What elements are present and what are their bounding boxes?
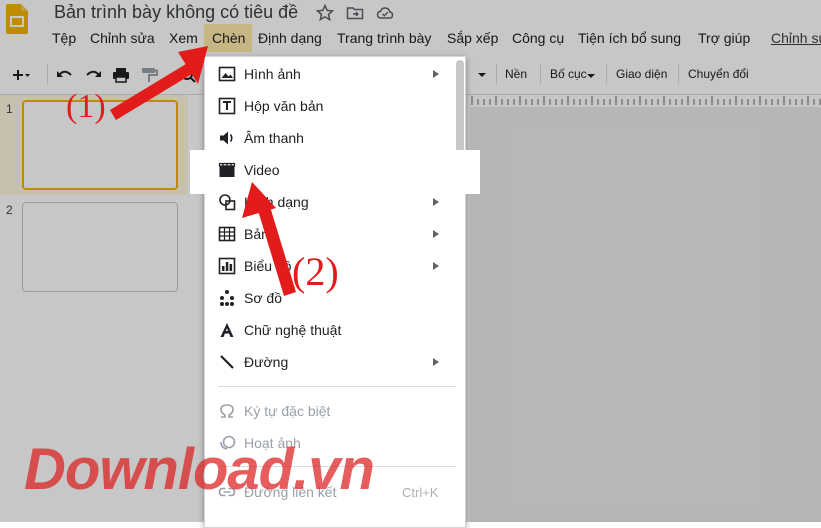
menu-edit[interactable]: Chỉnh sửa: [90, 30, 155, 46]
diagram-icon: [220, 290, 234, 306]
menu-item-label: Biểu đồ: [244, 258, 292, 274]
menu-tools[interactable]: Công cụ: [512, 30, 564, 46]
submenu-arrow-icon: [433, 358, 439, 366]
print-icon[interactable]: [110, 66, 132, 84]
watermark-logo: Download.vn: [24, 437, 375, 502]
menu-item-label: Chữ nghệ thuật: [244, 322, 342, 338]
line-icon: [220, 355, 234, 369]
chart-icon: [218, 257, 236, 275]
slide-number: 2: [6, 203, 13, 217]
dropdown-arrow-icon[interactable]: [472, 66, 494, 84]
menu-item-text-box[interactable]: [204, 90, 464, 122]
toolbar-separator: [47, 64, 48, 84]
undo-icon[interactable]: [54, 66, 76, 84]
menu-insert[interactable]: Chèn: [212, 30, 245, 46]
slide-thumbnail-2[interactable]: [22, 202, 178, 292]
document-title[interactable]: Bản trình bày không có tiêu đề: [54, 2, 298, 23]
layout-dropdown-icon[interactable]: [585, 66, 597, 84]
horizontal-ruler: [471, 96, 821, 105]
step-2-label: (2): [292, 249, 339, 294]
new-slide-icon[interactable]: [8, 66, 30, 84]
word-art-icon: [220, 323, 234, 337]
move-to-folder-icon[interactable]: [346, 4, 364, 22]
menu-item-image[interactable]: [204, 58, 464, 90]
menu-item-label: Bảng: [244, 226, 277, 242]
layout-button[interactable]: Bố cục: [550, 67, 587, 81]
transition-button[interactable]: Chuyển đổi: [688, 67, 749, 81]
menu-item-shape[interactable]: [204, 186, 464, 218]
paint-format-icon[interactable]: [138, 66, 160, 84]
menu-item-label: Sơ đồ: [244, 290, 282, 306]
omega-icon: [220, 404, 234, 418]
menu-view[interactable]: Xem: [169, 30, 198, 46]
menu-format[interactable]: Định dạng: [258, 30, 322, 46]
menu-item-shortcut: Ctrl+K: [402, 485, 439, 500]
submenu-arrow-icon: [433, 230, 439, 238]
step-1-label: (1): [66, 88, 106, 125]
toolbar-separator: [678, 64, 679, 84]
menu-item-table[interactable]: [204, 218, 464, 250]
zoom-icon[interactable]: [178, 66, 200, 84]
cloud-saved-icon[interactable]: [376, 4, 394, 22]
menu-file[interactable]: Tệp: [52, 30, 76, 46]
slide-canvas-area[interactable]: [470, 107, 821, 522]
background-button[interactable]: Nền: [505, 67, 527, 81]
menu-item-special-characters: [204, 395, 464, 427]
table-icon: [218, 226, 236, 242]
image-icon: [218, 66, 236, 82]
menu-item-label: Âm thanh: [244, 130, 304, 146]
text-box-icon: [218, 97, 236, 115]
menu-item-audio[interactable]: [204, 122, 464, 154]
menu-item-label: Ký tự đặc biệt: [244, 403, 331, 419]
shape-icon: [219, 194, 236, 211]
menu-addons[interactable]: Tiện ích bổ sung: [578, 30, 681, 46]
last-edit-link[interactable]: Chỉnh sửa: [771, 30, 821, 46]
toolbar-separator: [606, 64, 607, 84]
toolbar-separator: [496, 64, 497, 84]
menu-item-label: Hình ảnh: [244, 66, 301, 82]
star-icon[interactable]: [316, 4, 334, 22]
menu-item-label: Hộp văn bản: [244, 98, 324, 114]
menu-item-label: Hình dạng: [244, 194, 309, 210]
menu-item-label: Đường: [244, 354, 289, 370]
submenu-arrow-icon: [433, 198, 439, 206]
theme-button[interactable]: Giao diện: [616, 67, 667, 81]
menu-slide[interactable]: Trang trình bày: [337, 30, 431, 46]
toolbar-separator: [540, 64, 541, 84]
menu-item-line[interactable]: [204, 346, 464, 378]
submenu-arrow-icon: [433, 262, 439, 270]
menu-help[interactable]: Trợ giúp: [698, 30, 750, 46]
video-icon: [218, 162, 236, 177]
audio-icon: [220, 131, 233, 145]
submenu-arrow-icon: [433, 70, 439, 78]
slide-number: 1: [6, 102, 13, 116]
menu-arrange[interactable]: Sắp xếp: [447, 30, 498, 46]
menu-item-video[interactable]: [204, 154, 464, 186]
menu-separator: [218, 386, 456, 387]
menu-item-label: Video: [244, 162, 280, 178]
redo-icon[interactable]: [82, 66, 104, 84]
